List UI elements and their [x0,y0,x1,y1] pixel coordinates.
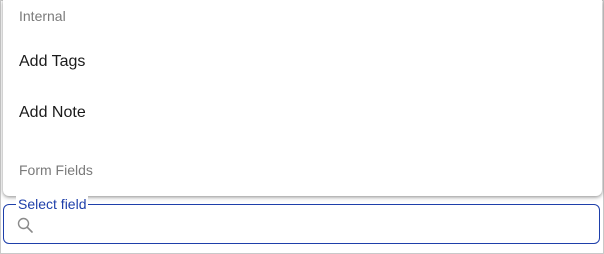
menu-item-add-tags[interactable]: Add Tags [3,40,602,84]
select-field-search-input[interactable] [42,211,586,239]
search-icon [17,217,33,233]
menu-item-label: Add Tags [19,53,86,70]
menu-item-label: Add Note [19,104,86,121]
menu-item-add-note[interactable]: Add Note [3,91,602,135]
section-header-internal: Internal [19,8,66,24]
field-dropdown-menu: Internal Add Tags Add Note Form Fields [3,0,602,196]
select-field[interactable] [3,204,600,244]
select-field-label: Select field [16,195,89,213]
section-header-form-fields: Form Fields [19,162,93,178]
